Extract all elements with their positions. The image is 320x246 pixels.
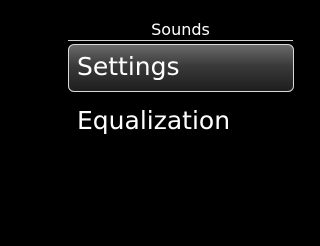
menu-item-label: Equalization bbox=[77, 106, 231, 135]
menu-item-label: Settings bbox=[77, 52, 180, 81]
screen-title-bar: Sounds bbox=[68, 20, 293, 41]
sounds-menu-screen: Sounds Settings Equalization bbox=[0, 0, 320, 246]
menu-list: Settings Equalization bbox=[68, 44, 294, 144]
menu-item-settings[interactable]: Settings bbox=[68, 44, 294, 92]
menu-item-equalization[interactable]: Equalization bbox=[68, 98, 294, 144]
screen-title: Sounds bbox=[151, 20, 210, 39]
